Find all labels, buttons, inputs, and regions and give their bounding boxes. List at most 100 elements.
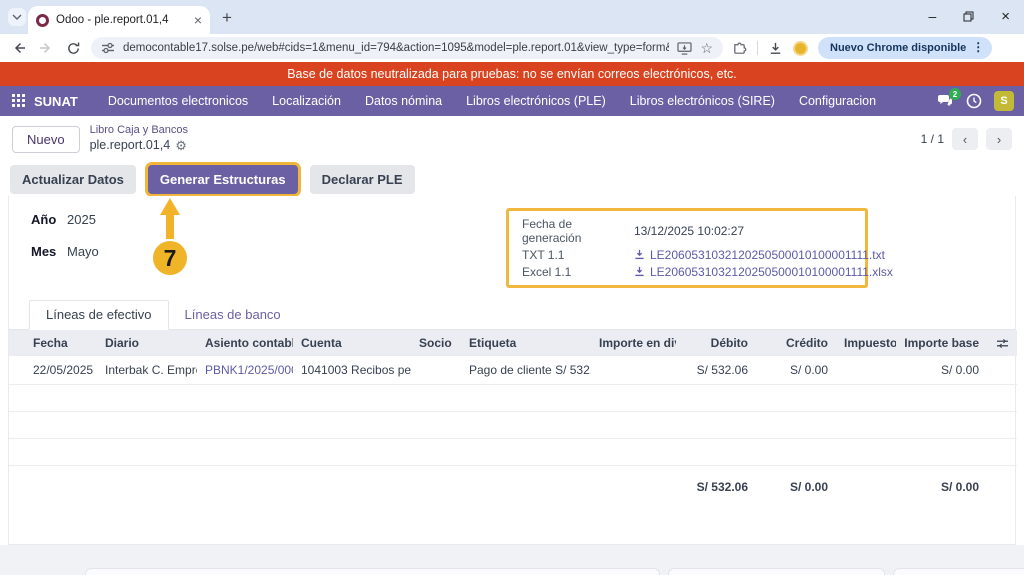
excel-download-link[interactable]: LE2060531032120250500010100001111.xlsx: [634, 265, 893, 279]
chrome-update-pill[interactable]: Nuevo Chrome disponible ⋮: [818, 37, 992, 59]
form-sheet: Año 2025 Mes Mayo 7 Fecha de generación …: [8, 196, 1016, 545]
extensions-button[interactable]: [732, 41, 747, 56]
cell-socio: [411, 356, 461, 385]
pager-prev-button[interactable]: ‹: [952, 128, 978, 150]
cell-etiqueta: Pago de cliente S/ 532....: [461, 356, 591, 385]
messages-button[interactable]: 2: [937, 94, 954, 108]
chrome-update-label: Nuevo Chrome disponible: [830, 42, 966, 54]
cell-cuenta: 1041003 Recibos pendi...: [293, 356, 411, 385]
table-row[interactable]: 22/05/2025 Interbak C. Empresa PBNK1/202…: [9, 356, 1017, 385]
window-controls: – ×: [928, 0, 1010, 32]
col-credito[interactable]: Crédito: [756, 330, 836, 356]
col-diario[interactable]: Diario: [97, 330, 197, 356]
cell-asiento-link[interactable]: PBNK1/2025/00016: [197, 356, 293, 385]
install-app-button[interactable]: [677, 42, 692, 55]
generation-date-row: Fecha de generación 13/12/2025 10:02:27: [522, 217, 857, 245]
empty-row[interactable]: [9, 439, 1017, 466]
tab-lineas-banco[interactable]: Líneas de banco: [169, 301, 297, 329]
arrow-up-icon: [160, 198, 180, 226]
generation-date-value: 13/12/2025 10:02:27: [634, 224, 744, 238]
downloads-button[interactable]: [768, 41, 783, 56]
cell-diario: Interbak C. Empresa: [97, 356, 197, 385]
col-socio[interactable]: Socio: [411, 330, 461, 356]
back-button[interactable]: [10, 39, 28, 57]
menu-libros-sire[interactable]: Libros electrónicos (SIRE): [618, 94, 787, 108]
txt-download-link[interactable]: LE2060531032120250500010100001111.txt: [634, 248, 885, 262]
field-month: Mes Mayo: [31, 244, 99, 259]
excel-label: Excel 1.1: [522, 265, 634, 279]
col-importe-base[interactable]: Importe base: [896, 330, 987, 356]
url-text: democontable17.solse.pe/web#cids=1&menu_…: [123, 42, 669, 54]
site-info-icon: [101, 42, 115, 54]
menu-kebab-icon[interactable]: ⋮: [972, 45, 984, 50]
cell-importe-divisa: [591, 356, 676, 385]
cell-debito: S/ 532.06: [676, 356, 756, 385]
generar-estructuras-button[interactable]: Generar Estructuras: [148, 165, 298, 194]
breadcrumb-record: ple.report.01,4: [90, 138, 171, 154]
field-year: Año 2025: [31, 212, 96, 227]
pager-count: 1 / 1: [921, 132, 944, 146]
tab-close-icon[interactable]: ×: [194, 13, 202, 27]
col-importe-divisa[interactable]: Importe en divisa: [591, 330, 676, 356]
totals-row: S/ 532.06 S/ 0.00 S/ 0.00: [9, 466, 1017, 502]
empty-row[interactable]: [9, 412, 1017, 439]
banner-text: Base de datos neutralizada para pruebas:…: [287, 67, 737, 81]
pager-next-button[interactable]: ›: [986, 128, 1012, 150]
browser-tab[interactable]: Odoo - ple.report.01,4 ×: [28, 6, 210, 34]
total-credito: S/ 0.00: [756, 466, 836, 502]
step-annotation: 7: [147, 198, 193, 278]
menu-documentos-electronicos[interactable]: Documentos electronicos: [96, 94, 260, 108]
forward-icon: [38, 40, 54, 56]
tab-lineas-efectivo[interactable]: Líneas de efectivo: [29, 300, 169, 330]
empty-row[interactable]: [9, 385, 1017, 412]
cell-impuesto: [836, 356, 896, 385]
menu-datos-nomina[interactable]: Datos nómina: [353, 94, 454, 108]
chat-badge: 2: [949, 88, 961, 100]
restore-button[interactable]: [963, 11, 974, 22]
breadcrumb: Libro Caja y Bancos ple.report.01,4 ⚙: [90, 124, 188, 153]
download-file-icon: [634, 249, 645, 260]
new-tab-button[interactable]: +: [222, 9, 232, 26]
menu-libros-ple[interactable]: Libros electrónicos (PLE): [454, 94, 618, 108]
col-fecha[interactable]: Fecha: [9, 330, 97, 356]
declarar-ple-button[interactable]: Declarar PLE: [310, 165, 415, 194]
table-header-row: Fecha Diario Asiento contable Cuenta Soc…: [9, 330, 1017, 356]
month-label: Mes: [31, 244, 67, 259]
browser-toolbar: democontable17.solse.pe/web#cids=1&menu_…: [0, 34, 1024, 62]
cutoff-panel: [668, 568, 885, 575]
lines-table: Fecha Diario Asiento contable Cuenta Soc…: [9, 330, 1017, 501]
install-icon: [677, 42, 692, 55]
col-etiqueta[interactable]: Etiqueta: [461, 330, 591, 356]
app-menu-sunat[interactable]: SUNAT: [34, 94, 78, 109]
menu-localizacion[interactable]: Localización: [260, 94, 353, 108]
close-window-button[interactable]: ×: [1001, 8, 1010, 25]
tab-title: Odoo - ple.report.01,4: [56, 14, 187, 26]
total-importe-base: S/ 0.00: [896, 466, 987, 502]
actualizar-datos-button[interactable]: Actualizar Datos: [10, 165, 136, 194]
col-options[interactable]: [987, 330, 1017, 356]
bookmark-star-button[interactable]: ☆: [700, 41, 713, 55]
year-value[interactable]: 2025: [67, 212, 96, 227]
txt-file-row: TXT 1.1 LE206053103212025050001010000111…: [522, 248, 857, 262]
col-asiento[interactable]: Asiento contable: [197, 330, 293, 356]
chevron-down-icon: [12, 14, 22, 20]
back-icon: [11, 40, 27, 56]
toolbar-divider: [757, 41, 758, 55]
url-bar[interactable]: democontable17.solse.pe/web#cids=1&menu_…: [91, 37, 723, 59]
month-value[interactable]: Mayo: [67, 244, 99, 259]
forward-button[interactable]: [37, 39, 55, 57]
new-record-button[interactable]: Nuevo: [12, 126, 80, 153]
col-impuesto[interactable]: Impuesto: [836, 330, 896, 356]
col-debito[interactable]: Débito: [676, 330, 756, 356]
apps-grid-icon[interactable]: [12, 94, 26, 108]
col-cuenta[interactable]: Cuenta: [293, 330, 411, 356]
activities-button[interactable]: [966, 93, 982, 109]
breadcrumb-title[interactable]: Libro Caja y Bancos: [90, 124, 188, 138]
menu-configuracion[interactable]: Configuracion: [787, 94, 888, 108]
user-avatar[interactable]: S: [994, 91, 1014, 111]
tab-search-button[interactable]: [8, 8, 26, 26]
gear-icon[interactable]: ⚙: [175, 139, 187, 152]
minimize-button[interactable]: –: [928, 8, 936, 24]
profile-avatar-icon[interactable]: [793, 41, 808, 56]
reload-button[interactable]: [64, 39, 82, 57]
